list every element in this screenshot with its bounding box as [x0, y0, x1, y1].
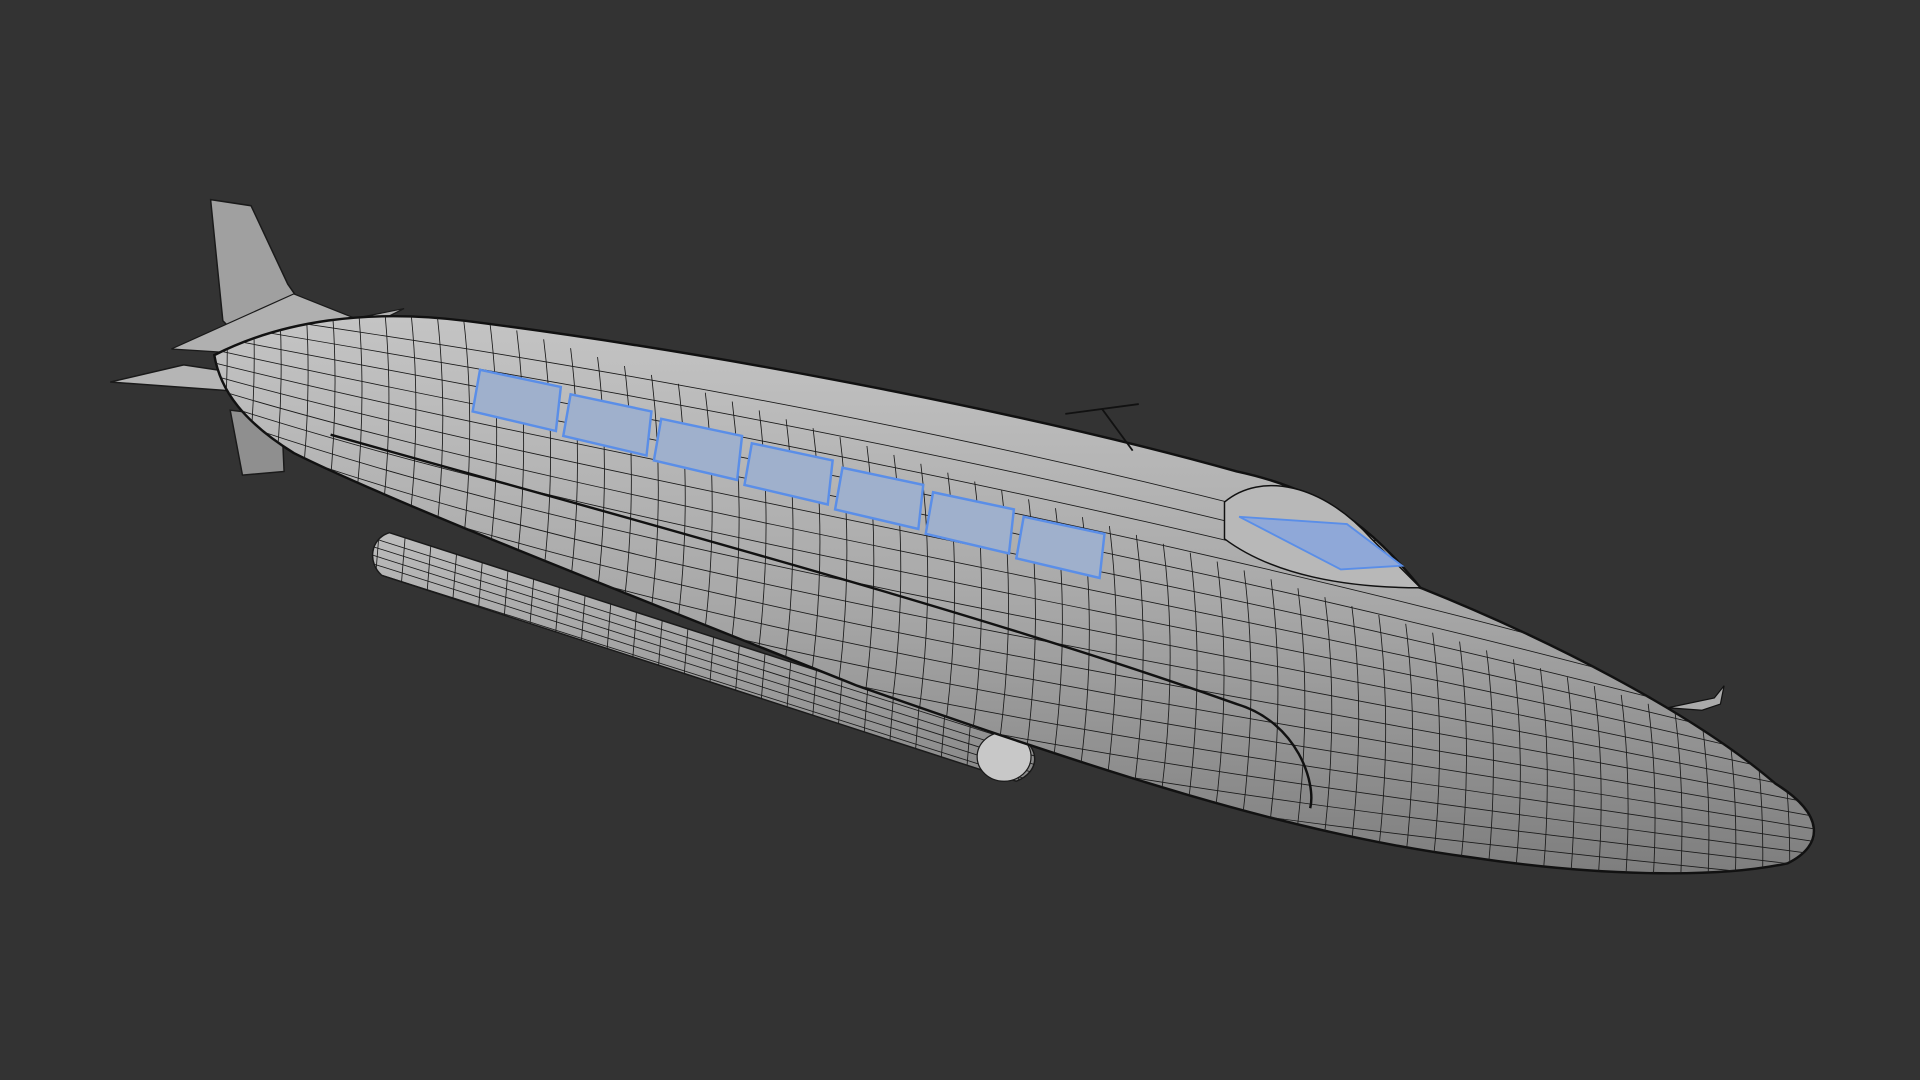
nose-fin	[1667, 685, 1725, 711]
airship-model[interactable]	[110, 198, 1837, 1076]
3d-viewport[interactable]	[0, 0, 1920, 1080]
main-hull	[213, 314, 1816, 875]
